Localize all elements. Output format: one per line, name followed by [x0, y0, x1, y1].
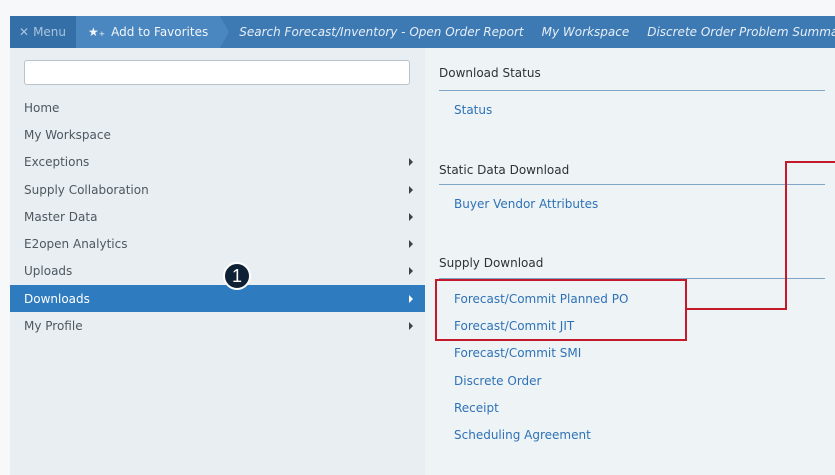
sidebar-menu: Home My Workspace Exceptions Supply Coll… — [10, 48, 425, 475]
highlight-connector — [785, 161, 787, 310]
favorite-link-discrete-order-problem-summary[interactable]: Discrete Order Problem Summary — [638, 25, 835, 39]
sidebar-item-label: My Workspace — [24, 127, 111, 142]
highlight-connector — [687, 308, 787, 310]
link-status[interactable]: Status — [454, 103, 492, 117]
sidebar-item-label: Downloads — [24, 291, 90, 306]
favorites-label: Add to Favorites — [111, 25, 209, 39]
sidebar-item-label: Uploads — [24, 264, 73, 279]
highlight-connector — [785, 161, 835, 163]
sidebar-item-my-profile[interactable]: My Profile — [10, 312, 425, 339]
downloads-panel: Download Status Status Static Data Downl… — [425, 48, 835, 475]
sidebar-item-label: Home — [24, 100, 60, 115]
close-icon: ✕ — [19, 25, 30, 39]
chevron-right-icon — [409, 294, 413, 303]
section-title-supply-download: Supply Download — [439, 256, 544, 270]
chevron-right-icon — [409, 212, 413, 221]
sidebar-item-master-data[interactable]: Master Data — [10, 203, 425, 230]
sidebar-item-uploads[interactable]: Uploads — [10, 258, 425, 285]
sidebar-item-label: Supply Collaboration — [24, 182, 149, 197]
section-divider — [439, 184, 825, 185]
sidebar-item-label: My Profile — [24, 319, 83, 334]
link-receipt[interactable]: Receipt — [454, 401, 499, 415]
menu-search-input[interactable] — [24, 60, 410, 85]
star-add-icon: ★₊ — [88, 25, 106, 39]
section-divider — [439, 90, 825, 91]
section-title-static-data-download: Static Data Download — [439, 163, 570, 177]
sidebar-item-downloads[interactable]: Downloads — [10, 285, 425, 313]
sidebar-item-supply-collaboration[interactable]: Supply Collaboration — [10, 176, 425, 203]
highlight-box — [435, 279, 687, 341]
add-to-favorites-button[interactable]: ★₊ Add to Favorites — [76, 16, 230, 48]
favorite-link-my-workspace[interactable]: My Workspace — [533, 25, 639, 39]
link-discrete-order[interactable]: Discrete Order — [454, 374, 541, 388]
link-buyer-vendor-attributes[interactable]: Buyer Vendor Attributes — [454, 197, 598, 211]
sidebar-item-label: Exceptions — [24, 155, 90, 170]
section-title-download-status: Download Status — [439, 66, 541, 80]
sidebar-item-e2open-analytics[interactable]: E2open Analytics — [10, 230, 425, 257]
link-scheduling-agreement[interactable]: Scheduling Agreement — [454, 428, 591, 442]
chevron-right-icon — [409, 322, 413, 331]
link-forecast-commit-smi[interactable]: Forecast/Commit SMI — [454, 346, 581, 360]
menu-label: Menu — [33, 25, 67, 39]
chevron-right-icon — [409, 240, 413, 249]
chevron-right-icon — [409, 185, 413, 194]
chevron-right-icon — [409, 158, 413, 167]
sidebar-item-label: Master Data — [24, 209, 98, 224]
sidebar-item-my-workspace[interactable]: My Workspace — [10, 121, 425, 148]
menu-toggle-button[interactable]: ✕ Menu — [10, 16, 77, 48]
top-navigation-bar: ✕ Menu ★₊ Add to Favorites Search Foreca… — [10, 16, 835, 48]
favorite-link-open-order-report[interactable]: Search Forecast/Inventory - Open Order R… — [220, 25, 532, 39]
step-number-badge: 1 — [223, 262, 251, 290]
sidebar-item-home[interactable]: Home — [10, 94, 425, 121]
chevron-right-icon — [409, 267, 413, 276]
sidebar-nav-list: Home My Workspace Exceptions Supply Coll… — [10, 94, 425, 340]
sidebar-item-exceptions[interactable]: Exceptions — [10, 149, 425, 176]
sidebar-item-label: E2open Analytics — [24, 237, 128, 252]
